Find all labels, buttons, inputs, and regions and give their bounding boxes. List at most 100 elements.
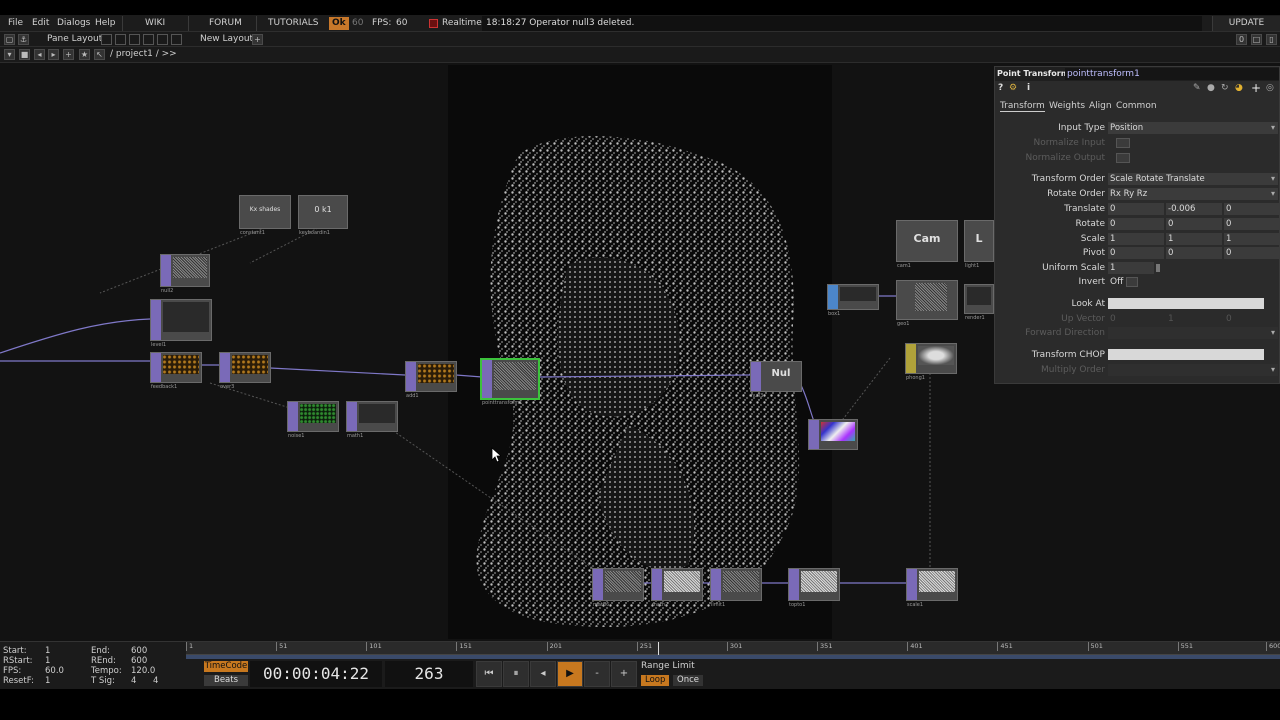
scale-x-field[interactable]: 1 xyxy=(1108,233,1164,245)
tutorials-link[interactable]: TUTORIALS xyxy=(265,17,321,30)
null3-node[interactable]: Nul null3 xyxy=(750,361,802,399)
tsig-value-a[interactable]: 4 xyxy=(131,676,136,686)
home-icon[interactable]: + xyxy=(63,49,74,60)
once-button[interactable]: Once xyxy=(673,675,703,686)
loop-button[interactable]: Loop xyxy=(641,675,670,686)
bottom-node-4[interactable]: topto1 xyxy=(788,568,840,608)
render-node[interactable]: render1 xyxy=(964,284,994,321)
transform-order-menu[interactable]: Scale Rotate Translate xyxy=(1108,173,1278,185)
frame-display[interactable]: 263 xyxy=(385,661,473,687)
layout-single-icon[interactable] xyxy=(101,34,112,45)
tab-weights[interactable]: Weights xyxy=(1049,101,1085,111)
comment-icon[interactable]: ● xyxy=(1207,83,1215,93)
translate-x-field[interactable]: 0 xyxy=(1108,203,1164,215)
info-icon[interactable]: i xyxy=(1027,83,1030,93)
layout-quad-icon[interactable] xyxy=(143,34,154,45)
input-type-menu[interactable]: Position xyxy=(1108,122,1278,134)
tab-common[interactable]: Common xyxy=(1116,101,1157,111)
end-value[interactable]: 600 xyxy=(131,646,147,656)
playhead[interactable] xyxy=(658,642,660,655)
up-vector-x[interactable]: 0 xyxy=(1110,314,1116,324)
add-layout-icon[interactable]: + xyxy=(252,34,263,45)
timecode-display[interactable]: 00:00:04:22 xyxy=(250,661,382,687)
rotate-y-field[interactable]: 0 xyxy=(1166,218,1222,230)
colour-node[interactable] xyxy=(808,419,858,450)
close-pane-icon[interactable]: ▯ xyxy=(1266,34,1277,45)
update-button[interactable]: UPDATE xyxy=(1212,16,1280,31)
bottom-node-2[interactable]: math7 xyxy=(651,568,703,608)
multiply-order-menu[interactable] xyxy=(1108,364,1278,376)
invert-toggle-box[interactable] xyxy=(1126,277,1138,287)
bottom-node-3[interactable]: limit1 xyxy=(710,568,762,608)
add-icon[interactable]: + xyxy=(1251,81,1261,95)
forum-link[interactable]: FORUM xyxy=(206,17,245,30)
keyboard-node[interactable]: 0 k1 keyboardin1 xyxy=(298,195,348,236)
translate-y-field[interactable]: -0.006 xyxy=(1166,203,1222,215)
timecode-toggle[interactable]: TimeCode xyxy=(204,661,248,672)
pause-button[interactable]: ⏸ xyxy=(503,661,529,687)
rotate-x-field[interactable]: 0 xyxy=(1108,218,1164,230)
invert-toggle[interactable]: Off xyxy=(1110,277,1123,287)
normalize-output-toggle[interactable] xyxy=(1116,153,1130,163)
operator-name-field[interactable]: pointtransform1 xyxy=(1065,68,1279,80)
look-at-field[interactable] xyxy=(1108,298,1264,309)
box-node[interactable]: box1 xyxy=(827,284,879,317)
menu-help[interactable]: Help xyxy=(92,17,119,30)
layout-grid-icon[interactable] xyxy=(157,34,168,45)
noise-node[interactable]: noise1 xyxy=(287,401,339,439)
start-value[interactable]: 1 xyxy=(45,646,50,656)
wiki-link[interactable]: WIKI xyxy=(142,17,168,30)
pane-menu-icon[interactable]: ▾ xyxy=(4,49,15,60)
rotate-z-field[interactable]: 0 xyxy=(1224,218,1280,230)
step-back-button[interactable]: - xyxy=(584,661,610,687)
timeline-ruler[interactable]: 1 51 101 151 201 251 301 351 401 451 501 551 600 xyxy=(186,642,1280,655)
link-icon[interactable]: ↖ xyxy=(94,49,105,60)
play-forward-button[interactable]: ▶ xyxy=(557,661,583,687)
pointtransform-node[interactable]: pointtransform1 xyxy=(480,358,540,406)
python-help-icon[interactable]: ⚙ xyxy=(1009,83,1017,93)
light-node[interactable]: L light1 xyxy=(964,220,994,269)
menu-dialogs[interactable]: Dialogs xyxy=(54,17,93,30)
refresh-icon[interactable]: ↻ xyxy=(1221,83,1229,93)
feedback-node[interactable]: feedback1 xyxy=(150,352,202,390)
back-icon[interactable]: ◂ xyxy=(34,49,45,60)
anchor-icon[interactable]: ⚓ xyxy=(18,34,29,45)
uniform-scale-slider[interactable] xyxy=(1156,264,1160,272)
step-forward-button[interactable]: + xyxy=(611,661,637,687)
bookmark-icon[interactable]: ★ xyxy=(79,49,90,60)
normalize-input-toggle[interactable] xyxy=(1116,138,1130,148)
forward-icon[interactable]: ▸ xyxy=(48,49,59,60)
rewind-button[interactable]: ⏮ xyxy=(476,661,502,687)
layout-split-icon[interactable] xyxy=(115,34,126,45)
layout-wide-icon[interactable] xyxy=(171,34,182,45)
scale-y-field[interactable]: 1 xyxy=(1166,233,1222,245)
constant-node[interactable]: Kx shades constant1 xyxy=(239,195,291,236)
uniform-scale-field[interactable]: 1 xyxy=(1108,262,1154,274)
translate-z-field[interactable]: 0 xyxy=(1224,203,1280,215)
camera-node[interactable]: Cam cam1 xyxy=(896,220,958,269)
phong-node[interactable]: phong1 xyxy=(905,343,957,381)
layout-triple-icon[interactable] xyxy=(129,34,140,45)
breadcrumb[interactable]: / project1 / >> xyxy=(110,49,177,59)
null2-node[interactable]: null2 xyxy=(160,254,210,294)
bottom-node-5[interactable]: scale1 xyxy=(906,568,958,608)
resetf-value[interactable]: 1 xyxy=(45,676,50,686)
scale-z-field[interactable]: 1 xyxy=(1224,233,1280,245)
tempo-value[interactable]: 120.0 xyxy=(131,666,155,676)
up-vector-z[interactable]: 0 xyxy=(1226,314,1232,324)
menu-file[interactable]: File xyxy=(5,17,26,30)
rstart-value[interactable]: 1 xyxy=(45,656,50,666)
beats-toggle[interactable]: Beats xyxy=(204,675,248,686)
pivot-z-field[interactable]: 0 xyxy=(1224,247,1280,259)
pivot-x-field[interactable]: 0 xyxy=(1108,247,1164,259)
stop-icon[interactable]: ■ xyxy=(19,49,30,60)
help-icon[interactable]: ? xyxy=(998,83,1003,93)
realtime-checkbox[interactable] xyxy=(429,19,438,28)
forward-direction-menu[interactable] xyxy=(1108,327,1278,339)
bottom-node-1[interactable]: math6 xyxy=(592,568,644,608)
maximize-icon[interactable]: □ xyxy=(1251,34,1262,45)
add-node[interactable]: add1 xyxy=(405,361,457,399)
new-layout-button[interactable]: New Layout xyxy=(200,33,253,46)
tsig-value-b[interactable]: 4 xyxy=(153,676,158,686)
level-node[interactable]: level1 xyxy=(150,299,212,348)
